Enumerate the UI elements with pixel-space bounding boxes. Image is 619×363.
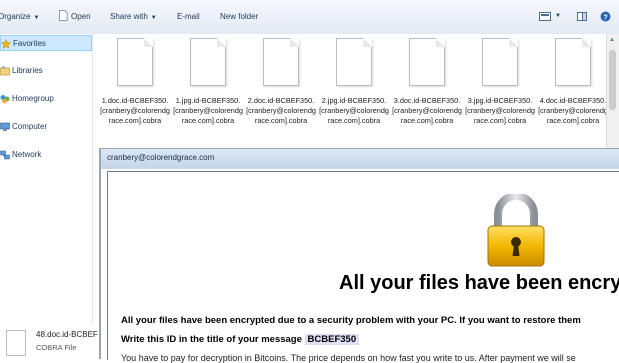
- file-item[interactable]: 2.doc.id-BCBEF350.[cranbery@colorendgrac…: [244, 38, 318, 126]
- sidebar-item-label: Network: [12, 150, 42, 159]
- sidebar-item-label: Favorites: [13, 39, 46, 48]
- window-title: cranbery@colorendgrace.com: [101, 149, 619, 169]
- sidebar-item-homegroup[interactable]: Homegroup: [0, 91, 92, 107]
- payment-info-line: You have to pay for decryption in Bitcoi…: [121, 353, 576, 363]
- document-icon: [6, 330, 26, 356]
- dropdown-arrow-icon: ▼: [150, 15, 157, 21]
- ransom-message-line: All your files have been encrypted due t…: [121, 315, 581, 326]
- file-item[interactable]: 3.jpg.id-BCBEF350.[cranbery@colorendgrac…: [463, 38, 537, 126]
- document-icon: [117, 38, 153, 86]
- file-name: 2.jpg.id-BCBEF350.[cranbery@colorendgrac…: [319, 96, 389, 125]
- command-toolbar: Organize ▼ Open Share with ▼ E-mail New fo…: [0, 0, 619, 35]
- document-icon: [336, 38, 372, 86]
- file-item[interactable]: 4.doc.id-BCBEF350.[cranbery@colorendgrac…: [536, 38, 610, 126]
- sidebar-item-libraries[interactable]: Libraries: [0, 63, 92, 79]
- file-item[interactable]: 1.jpg.id-BCBEF350.[cranbery@colorendgrac…: [171, 38, 245, 126]
- dropdown-arrow-icon: ▼: [33, 15, 40, 21]
- open-label: Open: [71, 12, 91, 21]
- open-button[interactable]: Open: [71, 12, 91, 21]
- id-instruction-line: Write this ID in the title of your messa…: [121, 334, 360, 345]
- svg-text:?: ?: [603, 12, 608, 21]
- navigation-pane: Favorites Libraries Homegroup Computer N…: [0, 34, 93, 358]
- new-folder-label: New folder: [220, 12, 259, 21]
- organize-button[interactable]: Organize ▼: [0, 12, 39, 21]
- file-name: 2.doc.id-BCBEF350.[cranbery@colorendgrac…: [246, 96, 316, 125]
- details-pane: 48.doc.id-BCBEF COBRA File: [0, 324, 100, 358]
- document-icon: [190, 38, 226, 86]
- file-name: 3.doc.id-BCBEF350.[cranbery@colorendgrac…: [392, 96, 462, 125]
- file-name: 1.doc.id-BCBEF350.[cranbery@colorendgrac…: [100, 96, 170, 125]
- file-name: 1.jpg.id-BCBEF350.[cranbery@colorendgrac…: [173, 96, 243, 125]
- file-name: 4.doc.id-BCBEF350.[cranbery@colorendgrac…: [538, 96, 608, 125]
- scroll-up-arrow-icon[interactable]: ▲: [609, 37, 615, 43]
- sidebar-item-favorites[interactable]: Favorites: [0, 35, 92, 51]
- star-icon: [1, 39, 11, 49]
- document-icon: [263, 38, 299, 86]
- id-instruction-label: Write this ID in the title of your messa…: [121, 334, 302, 345]
- ransom-headline: All your files have been encry: [339, 272, 619, 294]
- document-icon: [482, 38, 518, 86]
- preview-pane-icon[interactable]: [577, 12, 587, 21]
- computer-icon: [0, 122, 10, 131]
- victim-id-badge: BCBEF350: [304, 334, 360, 345]
- network-icon: [0, 150, 10, 160]
- email-button[interactable]: E-mail: [177, 12, 200, 21]
- sidebar-item-computer[interactable]: Computer: [0, 119, 92, 135]
- file-item[interactable]: 3.doc.id-BCBEF350.[cranbery@colorendgrac…: [390, 38, 464, 126]
- new-folder-button[interactable]: New folder: [220, 12, 258, 21]
- file-item[interactable]: 2.jpg.id-BCBEF350.[cranbery@colorendgrac…: [317, 38, 391, 126]
- ransom-note-content: All your files have been encry All your …: [107, 171, 619, 363]
- padlock-icon: [487, 194, 545, 267]
- sidebar-item-network[interactable]: Network: [0, 147, 92, 163]
- sidebar-item-label: Computer: [12, 122, 48, 131]
- homegroup-icon: [0, 95, 10, 104]
- email-label: E-mail: [177, 12, 200, 21]
- sidebar-item-label: Libraries: [12, 66, 43, 75]
- share-with-label: Share with: [110, 12, 148, 21]
- help-icon[interactable]: ?: [600, 11, 611, 22]
- share-with-button[interactable]: Share with ▼: [110, 12, 157, 21]
- file-name: 3.jpg.id-BCBEF350.[cranbery@colorendgrac…: [465, 96, 535, 125]
- view-options-icon[interactable]: [539, 12, 551, 21]
- document-icon: [409, 38, 445, 86]
- ransom-note-window: cranbery@colorendgrace.com All your file…: [99, 148, 619, 363]
- selected-file-type: COBRA File: [36, 343, 77, 352]
- selected-file-name: 48.doc.id-BCBEF: [36, 330, 98, 339]
- sidebar-item-label: Homegroup: [12, 94, 54, 103]
- file-item[interactable]: 1.doc.id-BCBEF350.[cranbery@colorendgrac…: [98, 38, 172, 126]
- library-icon: [0, 66, 10, 76]
- document-icon: [555, 38, 591, 86]
- open-file-icon: [58, 10, 68, 21]
- scrollbar-thumb[interactable]: [609, 50, 616, 110]
- organize-label: Organize: [0, 12, 31, 21]
- view-dropdown-arrow-icon[interactable]: ▼: [555, 13, 561, 19]
